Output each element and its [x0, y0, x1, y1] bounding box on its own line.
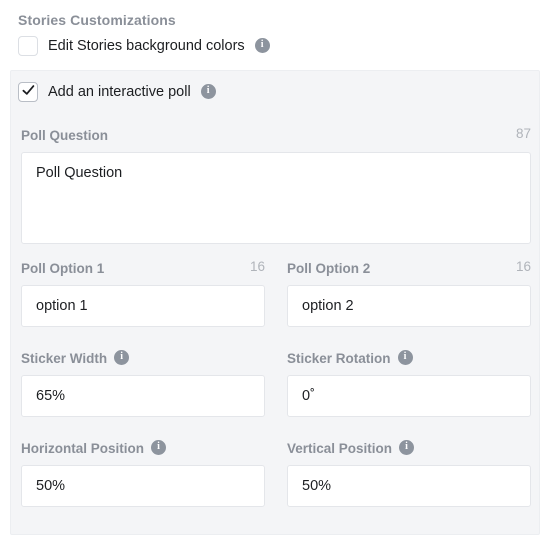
horizontal-position-label-row: Horizontal Position i — [21, 439, 265, 457]
info-icon[interactable]: i — [114, 349, 130, 365]
horizontal-position-input[interactable]: 50% — [21, 465, 265, 507]
interactive-poll-panel: Poll Question 87 Poll Question Poll Opti… — [10, 70, 540, 535]
poll-option-1-counter: 16 — [249, 259, 265, 274]
vertical-position-label-row: Vertical Position i — [287, 439, 531, 457]
edit-stories-background-colors-label: Edit Stories background colors — [48, 38, 245, 54]
poll-option-2-label-row: Poll Option 2 16 — [287, 259, 531, 277]
sticker-width-label: Sticker Width — [21, 350, 108, 366]
poll-option-2-input[interactable]: option 2 — [287, 285, 531, 327]
sticker-rotation-label-row: Sticker Rotation i — [287, 349, 531, 367]
sticker-width-input[interactable]: 65% — [21, 375, 265, 417]
info-icon[interactable]: i — [200, 83, 216, 99]
horizontal-position-label-group: Horizontal Position i — [21, 439, 265, 457]
sticker-rotation-label: Sticker Rotation — [287, 350, 391, 366]
checkbox-row-add-an-interactive-poll[interactable]: Add an interactive poll i — [18, 82, 216, 102]
poll-option-2-label: Poll Option 2 — [287, 260, 371, 276]
poll-question-field: Poll Question 87 Poll Question — [21, 126, 531, 244]
sticker-rotation-input[interactable]: 0˚ — [287, 375, 531, 417]
poll-question-counter: 87 — [515, 126, 531, 141]
info-icon[interactable]: i — [397, 349, 413, 365]
horizontal-position-label: Horizontal Position — [21, 440, 144, 456]
vertical-position-label: Vertical Position — [287, 440, 393, 456]
poll-option-2-counter: 16 — [515, 259, 531, 274]
info-icon[interactable]: i — [151, 439, 166, 455]
horizontal-position-field: Horizontal Position i 50% — [21, 439, 265, 507]
poll-question-input[interactable]: Poll Question — [21, 152, 531, 244]
info-icon[interactable]: i — [254, 37, 270, 53]
edit-stories-background-colors-checkbox[interactable] — [18, 36, 38, 56]
sticker-width-field: Sticker Width i 65% — [21, 349, 265, 417]
stories-customizations-panel-page: Stories Customizations Edit Stories back… — [0, 0, 550, 548]
poll-option-1-field: Poll Option 1 16 option 1 — [21, 259, 265, 327]
check-icon — [22, 85, 35, 95]
poll-option-1-input[interactable]: option 1 — [21, 285, 265, 327]
sticker-rotation-label-group: Sticker Rotation i — [287, 349, 531, 367]
poll-question-label: Poll Question — [21, 127, 109, 143]
sticker-width-label-group: Sticker Width i — [21, 349, 265, 367]
vertical-position-field: Vertical Position i 50% — [287, 439, 531, 507]
vertical-position-input[interactable]: 50% — [287, 465, 531, 507]
poll-option-1-label-row: Poll Option 1 16 — [21, 259, 265, 277]
page-title: Stories Customizations — [18, 12, 176, 28]
poll-question-label-row: Poll Question 87 — [21, 126, 531, 144]
poll-option-1-label: Poll Option 1 — [21, 260, 105, 276]
checkbox-row-edit-stories-background-colors[interactable]: Edit Stories background colors i — [18, 36, 270, 56]
sticker-rotation-field: Sticker Rotation i 0˚ — [287, 349, 531, 417]
add-an-interactive-poll-label: Add an interactive poll — [48, 84, 191, 100]
info-icon[interactable]: i — [399, 439, 415, 455]
add-an-interactive-poll-checkbox[interactable] — [18, 82, 38, 102]
vertical-position-label-group: Vertical Position i — [287, 439, 531, 457]
sticker-width-label-row: Sticker Width i — [21, 349, 265, 367]
poll-option-2-field: Poll Option 2 16 option 2 — [287, 259, 531, 327]
